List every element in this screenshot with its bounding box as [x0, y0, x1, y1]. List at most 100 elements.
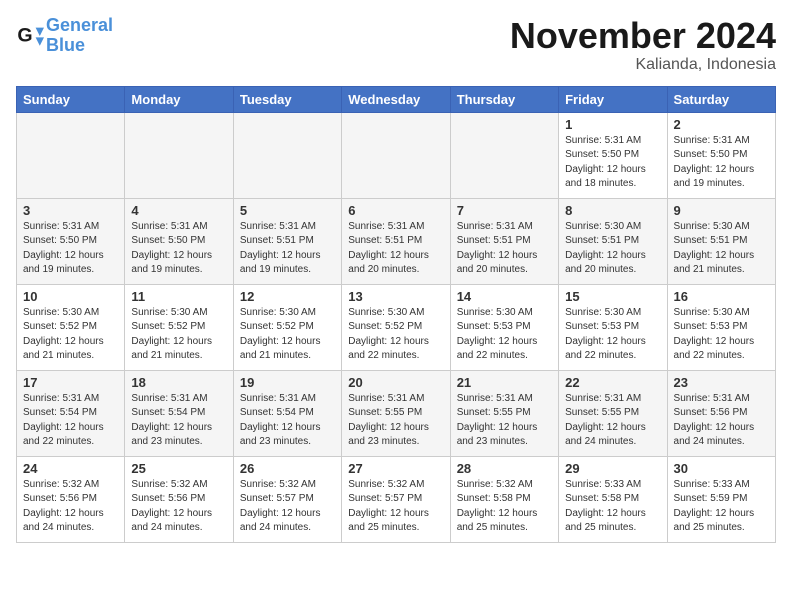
day-number: 4 [131, 203, 226, 218]
day-info: Sunrise: 5:30 AM Sunset: 5:52 PM Dayligh… [348, 306, 443, 364]
day-number: 8 [565, 203, 660, 218]
calendar-cell: 12 Sunrise: 5:30 AM Sunset: 5:52 PM Dayli… [233, 284, 341, 370]
calendar-cell: 14 Sunrise: 5:30 AM Sunset: 5:53 PM Dayli… [450, 284, 558, 370]
day-number: 22 [565, 375, 660, 390]
day-info: Sunrise: 5:31 AM Sunset: 5:55 PM Dayligh… [457, 392, 552, 450]
day-number: 6 [348, 203, 443, 218]
day-info: Sunrise: 5:31 AM Sunset: 5:54 PM Dayligh… [240, 392, 335, 450]
month-title: November 2024 [510, 16, 776, 56]
day-number: 27 [348, 461, 443, 476]
day-info: Sunrise: 5:31 AM Sunset: 5:50 PM Dayligh… [674, 134, 769, 192]
calendar-cell: 20 Sunrise: 5:31 AM Sunset: 5:55 PM Dayli… [342, 370, 450, 456]
week-row-4: 17 Sunrise: 5:31 AM Sunset: 5:54 PM Dayli… [17, 370, 776, 456]
day-info: Sunrise: 5:31 AM Sunset: 5:56 PM Dayligh… [674, 392, 769, 450]
calendar-cell: 24 Sunrise: 5:32 AM Sunset: 5:56 PM Dayli… [17, 456, 125, 542]
calendar-cell: 18 Sunrise: 5:31 AM Sunset: 5:54 PM Dayli… [125, 370, 233, 456]
calendar-cell: 10 Sunrise: 5:30 AM Sunset: 5:52 PM Dayli… [17, 284, 125, 370]
calendar-cell: 30 Sunrise: 5:33 AM Sunset: 5:59 PM Dayli… [667, 456, 775, 542]
day-info: Sunrise: 5:30 AM Sunset: 5:51 PM Dayligh… [565, 220, 660, 278]
calendar-table: SundayMondayTuesdayWednesdayThursdayFrid… [16, 86, 776, 543]
day-number: 2 [674, 117, 769, 132]
calendar-cell: 13Sunrise: 5:30 AM Sunset: 5:52 PM Dayli… [342, 284, 450, 370]
header-row: SundayMondayTuesdayWednesdayThursdayFrid… [17, 86, 776, 112]
col-header-thursday: Thursday [450, 86, 558, 112]
day-info: Sunrise: 5:30 AM Sunset: 5:52 PM Dayligh… [23, 306, 118, 364]
calendar-cell [342, 112, 450, 198]
day-info: Sunrise: 5:30 AM Sunset: 5:52 PM Dayligh… [131, 306, 226, 364]
day-info: Sunrise: 5:30 AM Sunset: 5:53 PM Dayligh… [457, 306, 552, 364]
calendar-cell: 11 Sunrise: 5:30 AM Sunset: 5:52 PM Dayli… [125, 284, 233, 370]
col-header-monday: Monday [125, 86, 233, 112]
day-number: 29 [565, 461, 660, 476]
location: Kalianda, Indonesia [510, 56, 776, 74]
week-row-2: 3 Sunrise: 5:31 AM Sunset: 5:50 PM Daylig… [17, 198, 776, 284]
day-number: 19 [240, 375, 335, 390]
calendar-cell: 29 Sunrise: 5:33 AM Sunset: 5:58 PM Dayli… [559, 456, 667, 542]
calendar-cell: 17Sunrise: 5:31 AM Sunset: 5:54 PM Dayli… [17, 370, 125, 456]
day-number: 20 [348, 375, 443, 390]
calendar-cell: 6 Sunrise: 5:31 AM Sunset: 5:51 PM Daylig… [342, 198, 450, 284]
calendar-cell [450, 112, 558, 198]
day-number: 3 [23, 203, 118, 218]
day-info: Sunrise: 5:31 AM Sunset: 5:55 PM Dayligh… [565, 392, 660, 450]
day-info: Sunrise: 5:33 AM Sunset: 5:58 PM Dayligh… [565, 478, 660, 536]
calendar-cell: 1 Sunrise: 5:31 AM Sunset: 5:50 PM Daylig… [559, 112, 667, 198]
day-number: 7 [457, 203, 552, 218]
day-number: 1 [565, 117, 660, 132]
calendar-cell: 25 Sunrise: 5:32 AM Sunset: 5:56 PM Dayli… [125, 456, 233, 542]
svg-text:G: G [17, 24, 32, 46]
day-number: 25 [131, 461, 226, 476]
col-header-tuesday: Tuesday [233, 86, 341, 112]
day-number: 17 [23, 375, 118, 390]
day-number: 15 [565, 289, 660, 304]
day-number: 30 [674, 461, 769, 476]
day-number: 10 [23, 289, 118, 304]
day-number: 9 [674, 203, 769, 218]
col-header-friday: Friday [559, 86, 667, 112]
calendar-cell: 26Sunrise: 5:32 AM Sunset: 5:57 PM Dayli… [233, 456, 341, 542]
day-info: Sunrise: 5:31 AM Sunset: 5:54 PM Dayligh… [131, 392, 226, 450]
day-number: 11 [131, 289, 226, 304]
title-block: November 2024 Kalianda, Indonesia [510, 16, 776, 74]
day-info: Sunrise: 5:32 AM Sunset: 5:57 PM Dayligh… [348, 478, 443, 536]
logo: G General Blue [16, 16, 113, 56]
day-info: Sunrise: 5:32 AM Sunset: 5:58 PM Dayligh… [457, 478, 552, 536]
day-info: Sunrise: 5:30 AM Sunset: 5:52 PM Dayligh… [240, 306, 335, 364]
calendar-cell: 3Sunrise: 5:31 AM Sunset: 5:50 PM Daylig… [17, 198, 125, 284]
day-info: Sunrise: 5:30 AM Sunset: 5:53 PM Dayligh… [565, 306, 660, 364]
day-info: Sunrise: 5:31 AM Sunset: 5:51 PM Dayligh… [240, 220, 335, 278]
logo-icon: G [16, 22, 44, 50]
day-info: Sunrise: 5:31 AM Sunset: 5:55 PM Dayligh… [348, 392, 443, 450]
col-header-saturday: Saturday [667, 86, 775, 112]
calendar-cell: 27 Sunrise: 5:32 AM Sunset: 5:57 PM Dayli… [342, 456, 450, 542]
col-header-wednesday: Wednesday [342, 86, 450, 112]
day-number: 14 [457, 289, 552, 304]
calendar-cell: 16Sunrise: 5:30 AM Sunset: 5:53 PM Dayli… [667, 284, 775, 370]
day-info: Sunrise: 5:31 AM Sunset: 5:51 PM Dayligh… [348, 220, 443, 278]
logo-text: General Blue [46, 16, 113, 56]
calendar-cell: 15 Sunrise: 5:30 AM Sunset: 5:53 PM Dayli… [559, 284, 667, 370]
day-number: 23 [674, 375, 769, 390]
calendar-cell: 7 Sunrise: 5:31 AM Sunset: 5:51 PM Daylig… [450, 198, 558, 284]
calendar-cell: 8 Sunrise: 5:30 AM Sunset: 5:51 PM Daylig… [559, 198, 667, 284]
week-row-1: 1 Sunrise: 5:31 AM Sunset: 5:50 PM Daylig… [17, 112, 776, 198]
calendar-cell: 5 Sunrise: 5:31 AM Sunset: 5:51 PM Daylig… [233, 198, 341, 284]
day-info: Sunrise: 5:31 AM Sunset: 5:51 PM Dayligh… [457, 220, 552, 278]
calendar-cell: 4 Sunrise: 5:31 AM Sunset: 5:50 PM Daylig… [125, 198, 233, 284]
day-number: 24 [23, 461, 118, 476]
day-info: Sunrise: 5:33 AM Sunset: 5:59 PM Dayligh… [674, 478, 769, 536]
day-number: 21 [457, 375, 552, 390]
day-number: 5 [240, 203, 335, 218]
week-row-3: 10 Sunrise: 5:30 AM Sunset: 5:52 PM Dayli… [17, 284, 776, 370]
day-number: 28 [457, 461, 552, 476]
day-info: Sunrise: 5:31 AM Sunset: 5:50 PM Dayligh… [131, 220, 226, 278]
day-info: Sunrise: 5:32 AM Sunset: 5:56 PM Dayligh… [131, 478, 226, 536]
day-number: 16 [674, 289, 769, 304]
calendar-cell: 22 Sunrise: 5:31 AM Sunset: 5:55 PM Dayli… [559, 370, 667, 456]
day-number: 18 [131, 375, 226, 390]
day-info: Sunrise: 5:31 AM Sunset: 5:50 PM Dayligh… [565, 134, 660, 192]
day-number: 26 [240, 461, 335, 476]
calendar-cell: 2 Sunrise: 5:31 AM Sunset: 5:50 PM Daylig… [667, 112, 775, 198]
day-number: 12 [240, 289, 335, 304]
day-info: Sunrise: 5:32 AM Sunset: 5:56 PM Dayligh… [23, 478, 118, 536]
